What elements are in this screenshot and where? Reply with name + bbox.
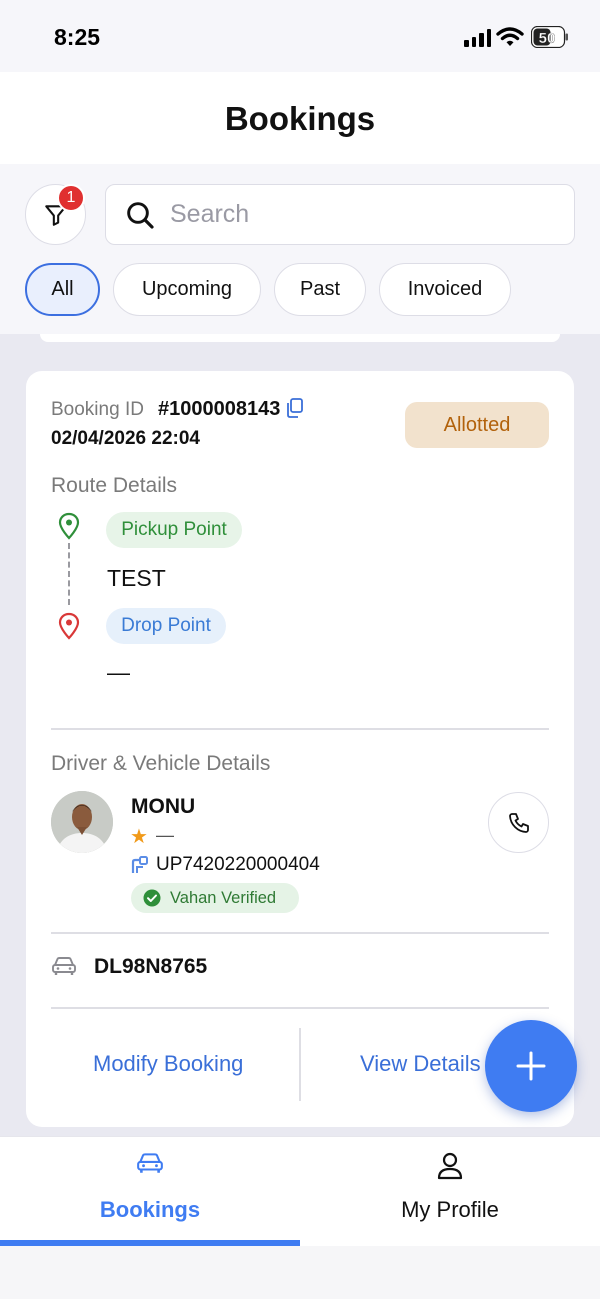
driver-avatar [51,791,113,853]
divider [51,1007,549,1009]
plus-icon [516,1051,546,1081]
star-icon: ★ [130,826,148,848]
pickup-value: TEST [107,565,166,591]
drop-pin-icon [58,612,80,640]
chip-all[interactable]: All [25,263,100,316]
booking-id-value: #1000008143 [158,398,281,420]
phone-icon [508,812,529,833]
previous-card-edge [40,334,560,342]
home-indicator-area [0,1246,600,1299]
license-icon [131,856,148,873]
booking-datetime: 02/04/2026 22:04 [51,428,200,449]
tab-bookings-label: Bookings [99,1197,201,1222]
check-circle-icon [143,889,161,907]
page-title: Bookings [224,100,376,137]
vahan-verified-badge: Vahan Verified [131,883,299,913]
search-icon [127,201,154,229]
car-icon [52,957,76,975]
status-bar: 8:25 50 [0,0,600,72]
chip-upcoming[interactable]: Upcoming [113,263,261,316]
search-box[interactable] [105,184,575,245]
status-badge: Allotted [405,402,549,448]
drop-value: — [107,659,130,685]
add-booking-button[interactable] [485,1020,577,1112]
booking-card: Booking ID #1000008143 02/04/2026 22:04 … [26,371,574,1127]
vehicle-number: DL98N8765 [94,955,208,978]
driver-vehicle-title: Driver & Vehicle Details [51,752,271,775]
driver-name: MONU [131,795,196,818]
pickup-pill: Pickup Point [106,512,242,548]
pickup-pin-icon [58,512,80,540]
wifi-icon [496,27,524,46]
action-divider [299,1028,301,1101]
tab-my-profile-label: My Profile [401,1197,499,1222]
battery-level: 50 [539,30,556,47]
user-icon [437,1152,463,1180]
divider [51,728,549,730]
divider [51,932,549,934]
route-details-title: Route Details [51,474,178,497]
car-icon [137,1153,163,1173]
battery-icon: 50 [531,26,568,48]
chip-invoiced[interactable]: Invoiced [379,263,511,316]
header: Bookings [0,72,600,164]
driver-rating: — [156,825,174,845]
filter-badge: 1 [57,184,85,212]
status-time: 8:25 [54,24,101,50]
view-details-button[interactable]: View Details [360,1051,481,1077]
modify-booking-button[interactable]: Modify Booking [93,1051,243,1077]
chip-past[interactable]: Past [274,263,366,316]
tab-bookings[interactable]: Bookings [0,1137,300,1247]
license-number: UP7420220000404 [156,854,320,875]
route-connector [68,543,70,605]
drop-pill: Drop Point [106,608,226,644]
tab-my-profile[interactable]: My Profile [300,1137,600,1247]
search-input[interactable] [170,200,550,229]
controls-area: 1 All Upcoming Past Invoiced [0,164,600,334]
signal-icon [464,29,491,47]
bottom-tab-bar: Bookings My Profile [0,1136,600,1246]
booking-id-label: Booking ID [51,399,144,420]
vahan-verified-label: Vahan Verified [170,888,277,907]
copy-icon[interactable] [286,398,304,418]
call-driver-button[interactable] [488,792,549,853]
